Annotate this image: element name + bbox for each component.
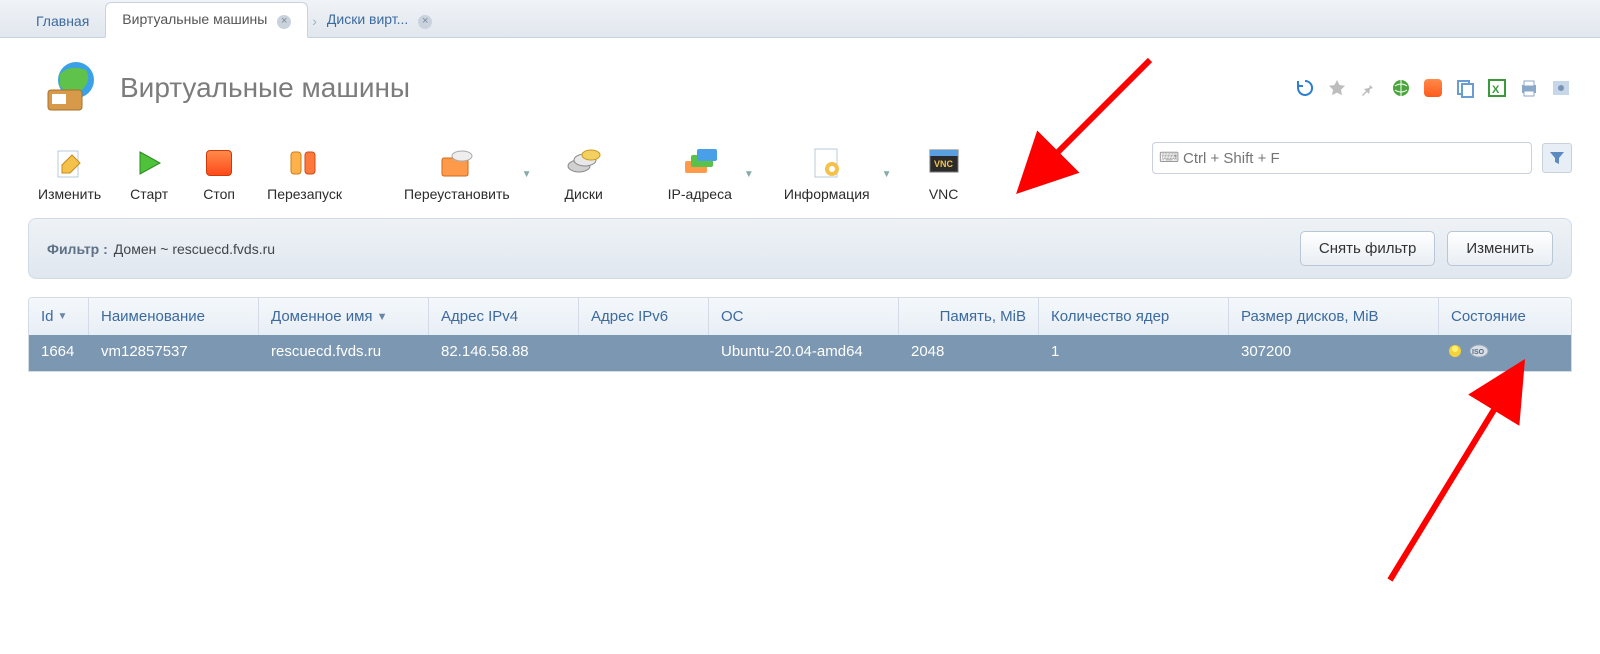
restart-icon <box>288 146 322 180</box>
edit-filter-button[interactable]: Изменить <box>1447 231 1553 266</box>
filter-active-icon: ▼ <box>377 311 388 323</box>
start-button[interactable]: Старт <box>117 142 181 206</box>
svg-text:X: X <box>1492 84 1500 96</box>
cell-ipv6 <box>579 335 709 371</box>
col-ipv4[interactable]: Адрес IPv4 <box>429 298 579 335</box>
dropdown-icon[interactable]: ▼ <box>744 169 758 180</box>
copy-icon[interactable] <box>1454 77 1476 99</box>
cell-id: 1664 <box>29 335 89 371</box>
close-icon[interactable]: × <box>277 15 291 29</box>
filter-icon[interactable] <box>1542 143 1572 173</box>
globe-icon[interactable] <box>1390 77 1412 99</box>
page-header: Виртуальные машины X <box>0 38 1600 130</box>
filter-bar: Фильтр : Домен ~ rescuecd.fvds.ru Снять … <box>28 218 1572 279</box>
info-button[interactable]: Информация <box>774 142 880 206</box>
cell-os: Ubuntu-20.04-amd64 <box>709 335 899 371</box>
disks-button[interactable]: Диски <box>552 142 616 206</box>
excel-icon[interactable]: X <box>1486 77 1508 99</box>
restart-button[interactable]: Перезапуск <box>257 142 352 206</box>
tabs-bar: Главная Виртуальные машины × › Диски вир… <box>0 0 1600 38</box>
tab-vms[interactable]: Виртуальные машины × <box>105 2 308 38</box>
ips-button[interactable]: IP-адреса <box>658 142 742 206</box>
cell-name: vm12857537 <box>89 335 259 371</box>
clear-filter-button[interactable]: Снять фильтр <box>1300 231 1435 266</box>
sort-desc-icon: ▼ <box>58 311 68 322</box>
svg-text:VNC: VNC <box>934 159 954 169</box>
search-input-wrap <box>1152 142 1532 174</box>
vm-table: Id▼ Наименование Доменное имя▼ Адрес IPv… <box>28 297 1572 372</box>
svg-text:ISO: ISO <box>1472 349 1485 356</box>
dropdown-icon[interactable]: ▼ <box>522 169 536 180</box>
tab-disks[interactable]: Диски вирт... × <box>321 3 448 37</box>
col-mem[interactable]: Память, MiB <box>899 298 1039 335</box>
network-icon <box>683 146 717 180</box>
play-icon <box>132 146 166 180</box>
annotation-arrow <box>1360 390 1520 593</box>
table-header: Id▼ Наименование Доменное имя▼ Адрес IPv… <box>29 298 1571 335</box>
cell-cores: 1 <box>1039 335 1229 371</box>
edit-icon <box>53 146 87 180</box>
tab-home[interactable]: Главная <box>20 5 105 37</box>
col-id[interactable]: Id▼ <box>29 298 89 335</box>
col-domain[interactable]: Доменное имя▼ <box>259 298 429 335</box>
disks-icon <box>567 146 601 180</box>
vnc-button[interactable]: VNC VNC <box>912 142 976 206</box>
page-title: Виртуальные машины <box>120 72 410 104</box>
print-icon[interactable] <box>1518 77 1540 99</box>
cell-mem: 2048 <box>899 335 1039 371</box>
reinstall-icon <box>440 146 474 180</box>
col-cores[interactable]: Количество ядер <box>1039 298 1229 335</box>
settings-icon[interactable] <box>1550 77 1572 99</box>
dropdown-icon[interactable]: ▼ <box>882 169 896 180</box>
col-ipv6[interactable]: Адрес IPv6 <box>579 298 709 335</box>
table-row[interactable]: 1664 vm12857537 rescuecd.fvds.ru 82.146.… <box>29 335 1571 371</box>
col-name[interactable]: Наименование <box>89 298 259 335</box>
close-icon[interactable]: × <box>418 15 432 29</box>
top-actions: X <box>1294 77 1572 99</box>
refresh-icon[interactable] <box>1294 77 1316 99</box>
col-state[interactable]: Состояние <box>1439 298 1571 335</box>
star-icon[interactable] <box>1326 77 1348 99</box>
pin-icon[interactable] <box>1358 77 1380 99</box>
col-disk[interactable]: Размер дисков, MiB <box>1229 298 1439 335</box>
cell-disk: 307200 <box>1229 335 1439 371</box>
toolbar: Изменить Старт Стоп Перезапуск Переустан… <box>0 130 1600 212</box>
filter-label: Фильтр : <box>47 241 108 257</box>
cell-state: ISO <box>1439 335 1571 371</box>
info-icon <box>810 146 844 180</box>
stop-square-icon[interactable] <box>1422 77 1444 99</box>
search-input[interactable] <box>1183 143 1523 173</box>
col-os[interactable]: ОС <box>709 298 899 335</box>
iso-icon: ISO <box>1469 343 1489 363</box>
cell-domain: rescuecd.fvds.ru <box>259 335 429 371</box>
bulb-icon <box>1447 343 1463 363</box>
stop-icon <box>202 146 236 180</box>
edit-button[interactable]: Изменить <box>28 142 111 206</box>
reinstall-button[interactable]: Переустановить <box>394 142 520 206</box>
vnc-icon: VNC <box>927 146 961 180</box>
page-icon <box>40 56 104 120</box>
filter-value: Домен ~ rescuecd.fvds.ru <box>114 241 275 257</box>
stop-button[interactable]: Стоп <box>187 142 251 206</box>
cell-ipv4: 82.146.58.88 <box>429 335 579 371</box>
chevron-right-icon: › <box>308 5 321 37</box>
